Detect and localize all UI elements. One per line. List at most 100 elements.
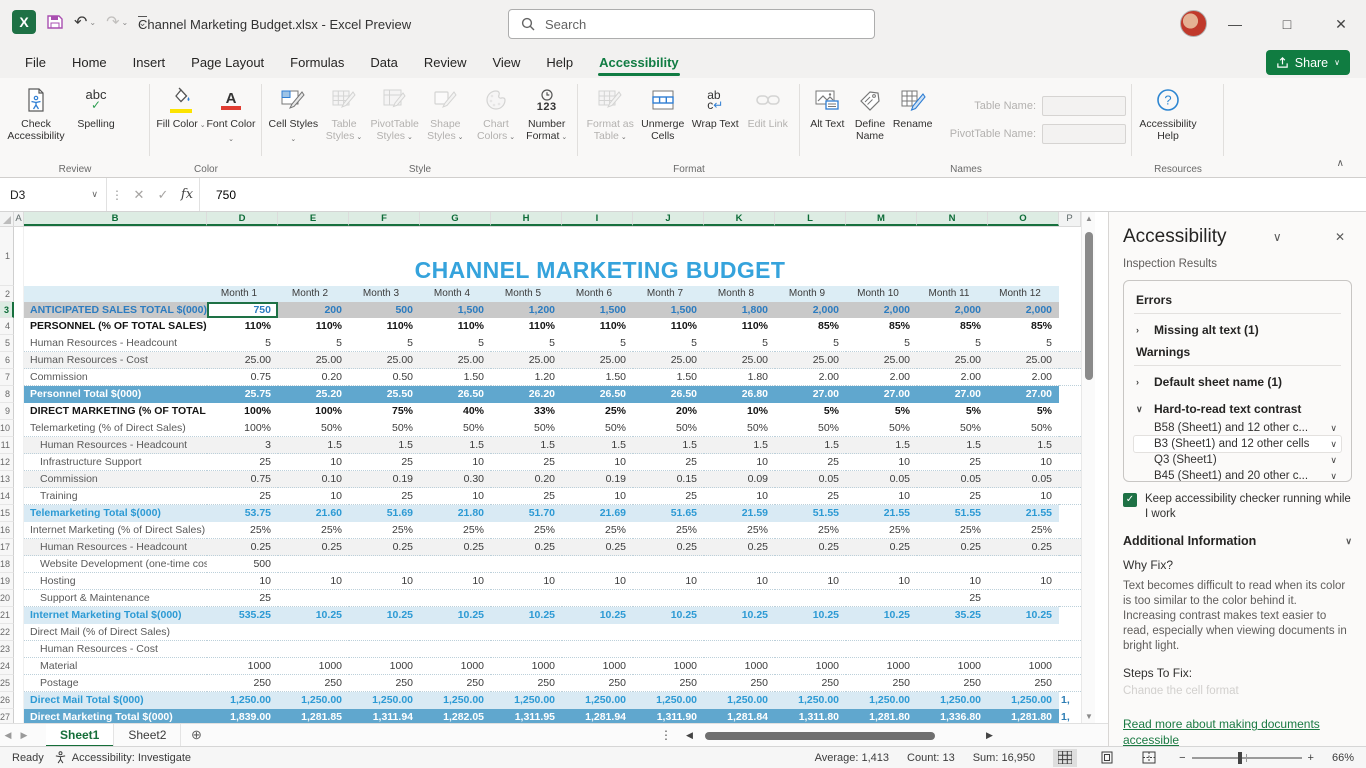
cell-G6[interactable]: 25.00: [420, 352, 491, 369]
pane-close-icon[interactable]: ✕: [1328, 230, 1352, 244]
cell-D7[interactable]: 0.75: [207, 369, 278, 386]
cell-M25[interactable]: 250: [846, 675, 917, 692]
cell-I13[interactable]: 0.19: [562, 471, 633, 488]
cell-E17[interactable]: 0.25: [278, 539, 349, 556]
cell-J20[interactable]: [633, 590, 704, 607]
sheet-tab-sheet1[interactable]: Sheet1: [46, 724, 114, 747]
cell-O22[interactable]: [988, 624, 1059, 641]
cell-H19[interactable]: 10: [491, 573, 562, 590]
cell-K27[interactable]: 1,281.84: [704, 709, 775, 723]
cell-O17[interactable]: 0.25: [988, 539, 1059, 556]
cell-O4[interactable]: 85%: [988, 318, 1059, 335]
cell-M16[interactable]: 25%: [846, 522, 917, 539]
month-header-3[interactable]: Month 3: [349, 286, 420, 302]
formula-input[interactable]: 750: [199, 178, 1366, 211]
row-header-7[interactable]: 7: [0, 369, 14, 386]
cell-E5[interactable]: 5: [278, 335, 349, 352]
contrast-group-header[interactable]: ∨Hard-to-read text contrast: [1134, 393, 1341, 420]
cell-N11[interactable]: 1.5: [917, 437, 988, 454]
fill-color-button[interactable]: Fill Color ⌄: [156, 82, 206, 154]
cell-styles-button[interactable]: Cell Styles ⌄: [268, 82, 319, 154]
cell-O26[interactable]: 1,250.00: [988, 692, 1059, 709]
cell-K4[interactable]: 110%: [704, 318, 775, 335]
cell-B23[interactable]: Human Resources - Cost: [24, 641, 207, 658]
cell-K14[interactable]: 10: [704, 488, 775, 505]
cell-F14[interactable]: 25: [349, 488, 420, 505]
cell-L6[interactable]: 25.00: [775, 352, 846, 369]
zoom-slider[interactable]: [1192, 757, 1302, 759]
cell-M8[interactable]: 27.00: [846, 386, 917, 403]
cell-B4[interactable]: PERSONNEL (% OF TOTAL SALES): [24, 318, 207, 335]
row-header-2[interactable]: 2: [0, 286, 14, 302]
cell-E12[interactable]: 10: [278, 454, 349, 471]
cell-D24[interactable]: 1000: [207, 658, 278, 675]
cell-I17[interactable]: 0.25: [562, 539, 633, 556]
hscroll-right-icon[interactable]: ▶: [986, 730, 993, 741]
cell-H25[interactable]: 250: [491, 675, 562, 692]
cell-O15[interactable]: 21.55: [988, 505, 1059, 522]
cell-M19[interactable]: 10: [846, 573, 917, 590]
cell-L4[interactable]: 85%: [775, 318, 846, 335]
cell-M6[interactable]: 25.00: [846, 352, 917, 369]
cell-H10[interactable]: 50%: [491, 420, 562, 437]
cell-P13[interactable]: [1059, 471, 1081, 488]
cell-H12[interactable]: 25: [491, 454, 562, 471]
keep-checker-running-checkbox[interactable]: ✓ Keep accessibility checker running whi…: [1123, 492, 1352, 522]
cell-M15[interactable]: 21.55: [846, 505, 917, 522]
row-header-22[interactable]: 22: [0, 624, 14, 641]
cell-K20[interactable]: [704, 590, 775, 607]
cell-K6[interactable]: 25.00: [704, 352, 775, 369]
column-header-F[interactable]: F: [349, 212, 420, 226]
cell-B15[interactable]: Telemarketing Total $(000): [24, 505, 207, 522]
cell-L10[interactable]: 50%: [775, 420, 846, 437]
cell-O21[interactable]: 10.25: [988, 607, 1059, 624]
tab-overflow-menu-icon[interactable]: ⋮: [660, 728, 672, 742]
tab-review[interactable]: Review: [413, 50, 478, 77]
tab-accessibility[interactable]: Accessibility: [588, 50, 690, 77]
read-more-link[interactable]: Read more about making documents accessi…: [1123, 716, 1323, 746]
cell-J9[interactable]: 20%: [633, 403, 704, 420]
cell-B18[interactable]: Website Development (one-time cost): [24, 556, 207, 573]
cell-M18[interactable]: [846, 556, 917, 573]
cell-O20[interactable]: [988, 590, 1059, 607]
cell-E10[interactable]: 50%: [278, 420, 349, 437]
cell-I19[interactable]: 10: [562, 573, 633, 590]
cell-G24[interactable]: 1000: [420, 658, 491, 675]
cell-N17[interactable]: 0.25: [917, 539, 988, 556]
cell-B16[interactable]: Internet Marketing (% of Direct Sales): [24, 522, 207, 539]
cell-H24[interactable]: 1000: [491, 658, 562, 675]
cell-M9[interactable]: 5%: [846, 403, 917, 420]
cell-J21[interactable]: 10.25: [633, 607, 704, 624]
cell-G25[interactable]: 250: [420, 675, 491, 692]
cell-M12[interactable]: 10: [846, 454, 917, 471]
cell-H11[interactable]: 1.5: [491, 437, 562, 454]
cell-N15[interactable]: 51.55: [917, 505, 988, 522]
cell-D14[interactable]: 25: [207, 488, 278, 505]
cell-B17[interactable]: Human Resources - Headcount: [24, 539, 207, 556]
cell-J24[interactable]: 1000: [633, 658, 704, 675]
column-header-M[interactable]: M: [846, 212, 917, 226]
cell-I3[interactable]: 1,500: [562, 302, 633, 318]
cell-L3[interactable]: 2,000: [775, 302, 846, 318]
cell-H26[interactable]: 1,250.00: [491, 692, 562, 709]
rename-button[interactable]: Rename: [891, 82, 934, 154]
cell-K9[interactable]: 10%: [704, 403, 775, 420]
vertical-scroll-thumb[interactable]: [1085, 232, 1093, 380]
cell-E3[interactable]: 200: [278, 302, 349, 318]
cell-B14[interactable]: Training: [24, 488, 207, 505]
vertical-scrollbar[interactable]: ▲ ▼: [1081, 212, 1095, 723]
collapse-ribbon-icon[interactable]: ∧: [1337, 158, 1344, 169]
column-header-H[interactable]: H: [491, 212, 562, 226]
cell-E4[interactable]: 110%: [278, 318, 349, 335]
cell-H9[interactable]: 33%: [491, 403, 562, 420]
cell-M27[interactable]: 1,281.80: [846, 709, 917, 723]
warning-item[interactable]: ›Default sheet name (1): [1134, 366, 1341, 393]
cell-L26[interactable]: 1,250.00: [775, 692, 846, 709]
cell-F23[interactable]: [349, 641, 420, 658]
cell-M4[interactable]: 85%: [846, 318, 917, 335]
row-header-10[interactable]: 10: [0, 420, 14, 437]
cell-P11[interactable]: [1059, 437, 1081, 454]
month-header-6[interactable]: Month 6: [562, 286, 633, 302]
cell-O11[interactable]: 1.5: [988, 437, 1059, 454]
cell-G12[interactable]: 10: [420, 454, 491, 471]
